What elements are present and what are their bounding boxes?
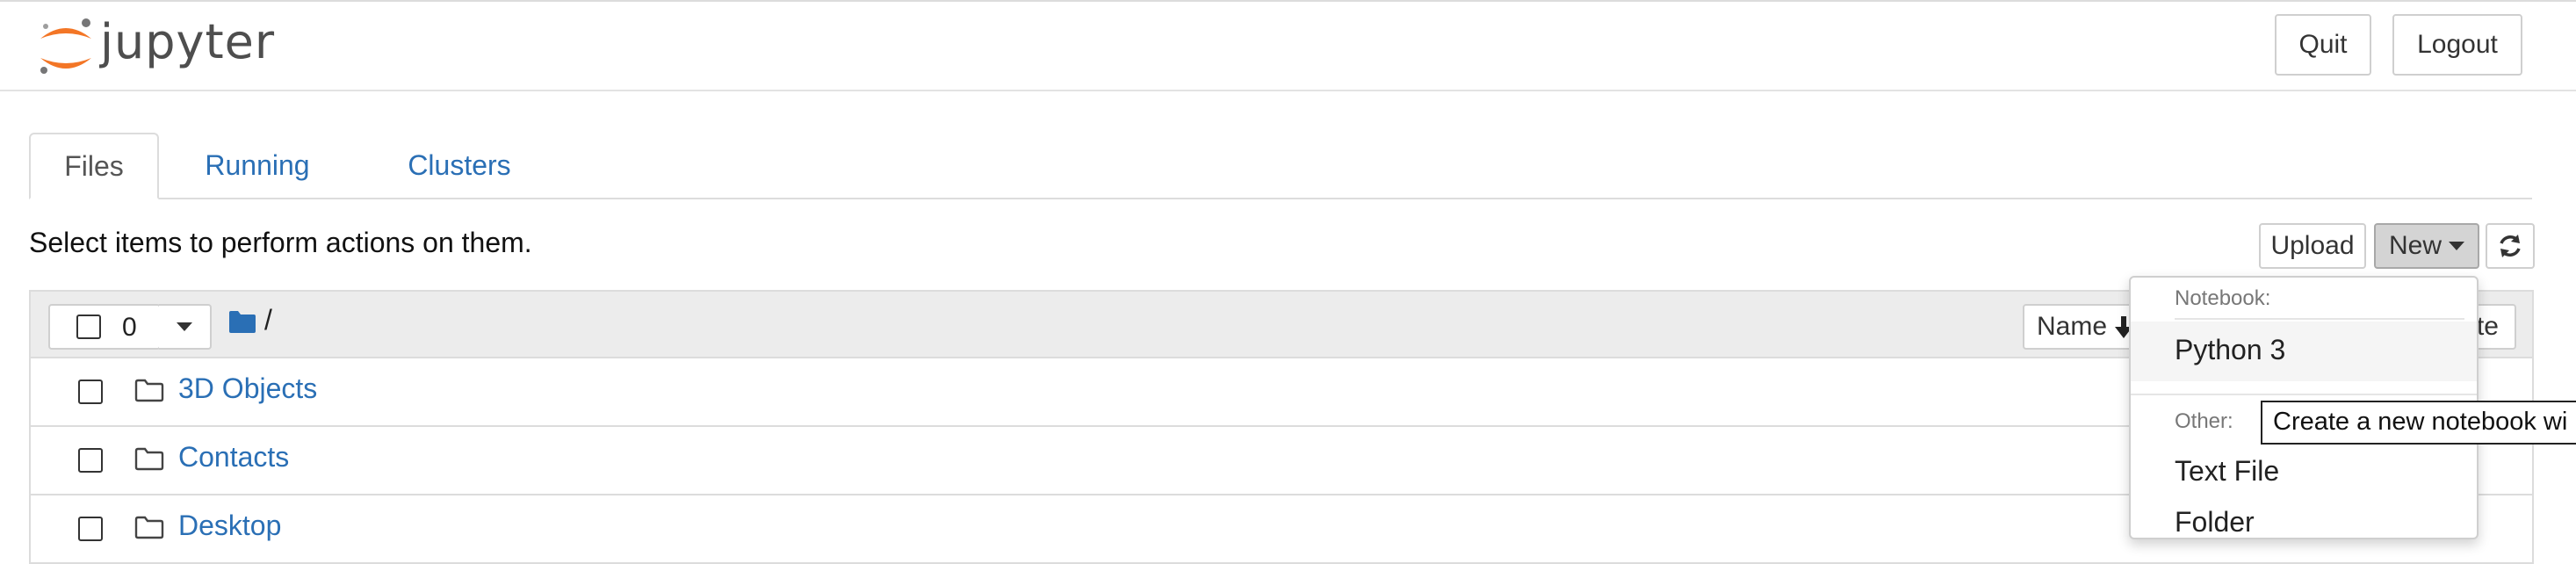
menu-header-other: Other: — [2175, 409, 2233, 433]
logo-text: jupyter — [100, 14, 276, 69]
new-dropdown-button[interactable]: New — [2374, 223, 2479, 269]
tab-running[interactable]: Running — [178, 133, 336, 198]
jupyter-logo[interactable]: jupyter — [35, 14, 325, 79]
row-checkbox[interactable] — [78, 448, 103, 473]
select-all-checkbox[interactable] — [76, 315, 101, 339]
refresh-icon — [2500, 235, 2521, 257]
header-bar: jupyter Quit Logout — [0, 2, 2576, 91]
selected-count: 0 — [122, 313, 137, 342]
menu-item-text-file[interactable]: Text File — [2175, 455, 2279, 488]
selection-hint: Select items to perform actions on them. — [29, 227, 532, 258]
breadcrumb-root[interactable]: / — [264, 304, 272, 336]
select-menu-button[interactable] — [159, 304, 212, 350]
tab-bar: Files Running Clusters — [29, 133, 2532, 199]
upload-button[interactable]: Upload — [2259, 223, 2366, 269]
new-button-label: New — [2388, 231, 2442, 260]
file-name-link[interactable]: Contacts — [178, 441, 289, 474]
jupyter-logo-icon — [40, 18, 91, 74]
tab-files[interactable]: Files — [29, 133, 159, 199]
menu-item-folder[interactable]: Folder — [2175, 506, 2255, 539]
tooltip: Create a new notebook wi — [2261, 401, 2576, 445]
logout-button[interactable]: Logout — [2392, 14, 2522, 76]
row-checkbox[interactable] — [78, 517, 103, 541]
refresh-button[interactable] — [2486, 223, 2535, 269]
folder-outline-icon — [134, 516, 164, 539]
row-checkbox[interactable] — [78, 380, 103, 404]
menu-divider — [2175, 318, 2464, 320]
file-name-link[interactable]: Desktop — [178, 510, 281, 542]
folder-icon[interactable] — [228, 309, 256, 334]
file-name-link[interactable]: 3D Objects — [178, 372, 317, 405]
sort-name-label: Name — [2037, 312, 2108, 341]
select-all-box[interactable]: 0 — [48, 304, 161, 350]
quit-button[interactable]: Quit — [2275, 14, 2371, 76]
caret-down-icon — [2449, 242, 2464, 250]
menu-divider — [2131, 394, 2477, 395]
chevron-down-icon — [177, 322, 192, 331]
tab-clusters[interactable]: Clusters — [363, 133, 556, 198]
menu-item-python3[interactable]: Python 3 — [2175, 334, 2285, 366]
folder-outline-icon — [134, 447, 164, 471]
menu-header-notebook: Notebook: — [2175, 286, 2271, 310]
folder-outline-icon — [134, 379, 164, 402]
